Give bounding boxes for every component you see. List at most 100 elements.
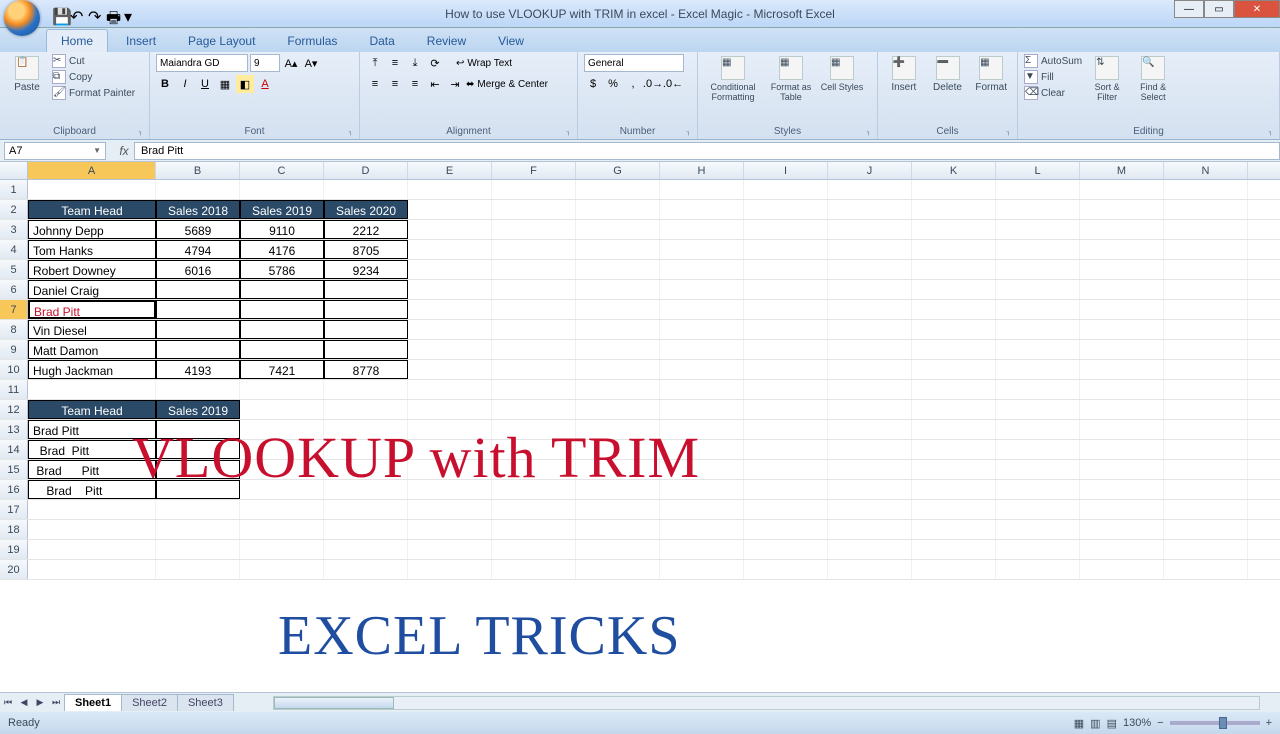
cell[interactable] [828,420,912,439]
cell[interactable] [576,200,660,219]
cell[interactable] [744,240,828,259]
cell[interactable] [1080,540,1164,559]
increase-indent-button[interactable]: ⇥ [446,75,464,93]
tab-view[interactable]: View [484,30,538,52]
currency-button[interactable]: $ [584,75,602,93]
cell[interactable] [744,460,828,479]
cell[interactable] [1164,260,1248,279]
cell[interactable] [660,520,744,539]
cell[interactable] [492,180,576,199]
cell[interactable] [828,400,912,419]
cell[interactable]: Hugh Jackman [28,360,156,379]
cell[interactable] [828,540,912,559]
cell[interactable] [576,360,660,379]
cell[interactable] [576,440,660,459]
cell[interactable] [660,400,744,419]
cut-button[interactable]: ✂Cut [52,54,135,68]
cell[interactable] [576,180,660,199]
cell[interactable] [744,340,828,359]
cell[interactable] [1164,540,1248,559]
cell[interactable] [1164,420,1248,439]
cell[interactable] [828,460,912,479]
clear-button[interactable]: ⌫Clear [1024,86,1082,100]
cell[interactable] [1080,320,1164,339]
cell[interactable] [156,560,240,579]
cell[interactable] [156,340,240,359]
cell[interactable] [1080,200,1164,219]
cell[interactable] [28,520,156,539]
cell[interactable] [1080,460,1164,479]
cell[interactable] [1164,340,1248,359]
cell[interactable] [1164,240,1248,259]
cell[interactable] [240,560,324,579]
cell[interactable] [324,300,408,319]
align-right-button[interactable]: ≡ [406,75,424,93]
cell[interactable] [996,300,1080,319]
cell[interactable] [1080,340,1164,359]
cell[interactable] [156,280,240,299]
cell[interactable]: 4794 [156,240,240,259]
format-cells-button[interactable]: ▦Format [971,54,1011,93]
minimize-button[interactable]: — [1174,0,1204,18]
cell[interactable] [744,280,828,299]
cell[interactable] [28,540,156,559]
insert-cells-button[interactable]: ➕Insert [884,54,924,93]
cell[interactable] [828,440,912,459]
cell[interactable] [660,180,744,199]
cell[interactable] [408,180,492,199]
cell[interactable] [408,360,492,379]
column-header[interactable]: M [1080,162,1164,179]
paste-button[interactable]: 📋Paste [6,54,48,93]
wrap-text-button[interactable]: ↩Wrap Text [456,54,512,72]
zoom-level[interactable]: 130% [1123,717,1151,729]
cell[interactable] [744,540,828,559]
cell[interactable] [156,300,240,319]
cell[interactable] [324,540,408,559]
column-header[interactable]: I [744,162,828,179]
cell[interactable] [408,240,492,259]
cell[interactable] [156,480,240,499]
cell[interactable] [996,320,1080,339]
cell[interactable]: Brad Pitt [28,440,156,459]
row-header[interactable]: 20 [0,560,28,579]
cell[interactable] [492,220,576,239]
cell[interactable] [1164,320,1248,339]
align-top-button[interactable]: ⤒ [366,54,384,72]
cell[interactable] [492,400,576,419]
cell[interactable] [1080,260,1164,279]
cell[interactable] [660,280,744,299]
cell[interactable] [828,280,912,299]
row-header[interactable]: 19 [0,540,28,559]
office-button[interactable] [4,0,40,36]
cell[interactable] [156,500,240,519]
cell[interactable] [996,520,1080,539]
maximize-button[interactable]: ▭ [1204,0,1234,18]
cell[interactable] [1164,400,1248,419]
cell[interactable] [1164,500,1248,519]
cell[interactable] [156,380,240,399]
cell[interactable] [660,420,744,439]
horizontal-scrollbar[interactable] [273,696,1260,710]
cell[interactable] [408,380,492,399]
cell[interactable] [828,500,912,519]
fx-icon[interactable]: fx [114,144,134,158]
cell[interactable] [1164,440,1248,459]
cell[interactable] [408,480,492,499]
column-header[interactable]: E [408,162,492,179]
cell[interactable] [324,340,408,359]
cell[interactable] [1164,200,1248,219]
cell[interactable]: Team Head [28,400,156,419]
cell[interactable]: Brad Pitt [28,460,156,479]
cell[interactable] [408,560,492,579]
sheet-tab-2[interactable]: Sheet2 [121,694,178,711]
cell[interactable] [324,280,408,299]
cell[interactable]: Daniel Craig [28,280,156,299]
cell[interactable] [660,320,744,339]
column-header[interactable]: G [576,162,660,179]
cell[interactable] [912,240,996,259]
cell[interactable] [576,480,660,499]
tab-data[interactable]: Data [355,30,408,52]
cell[interactable]: 9234 [324,260,408,279]
cell[interactable] [492,380,576,399]
cell[interactable] [744,300,828,319]
